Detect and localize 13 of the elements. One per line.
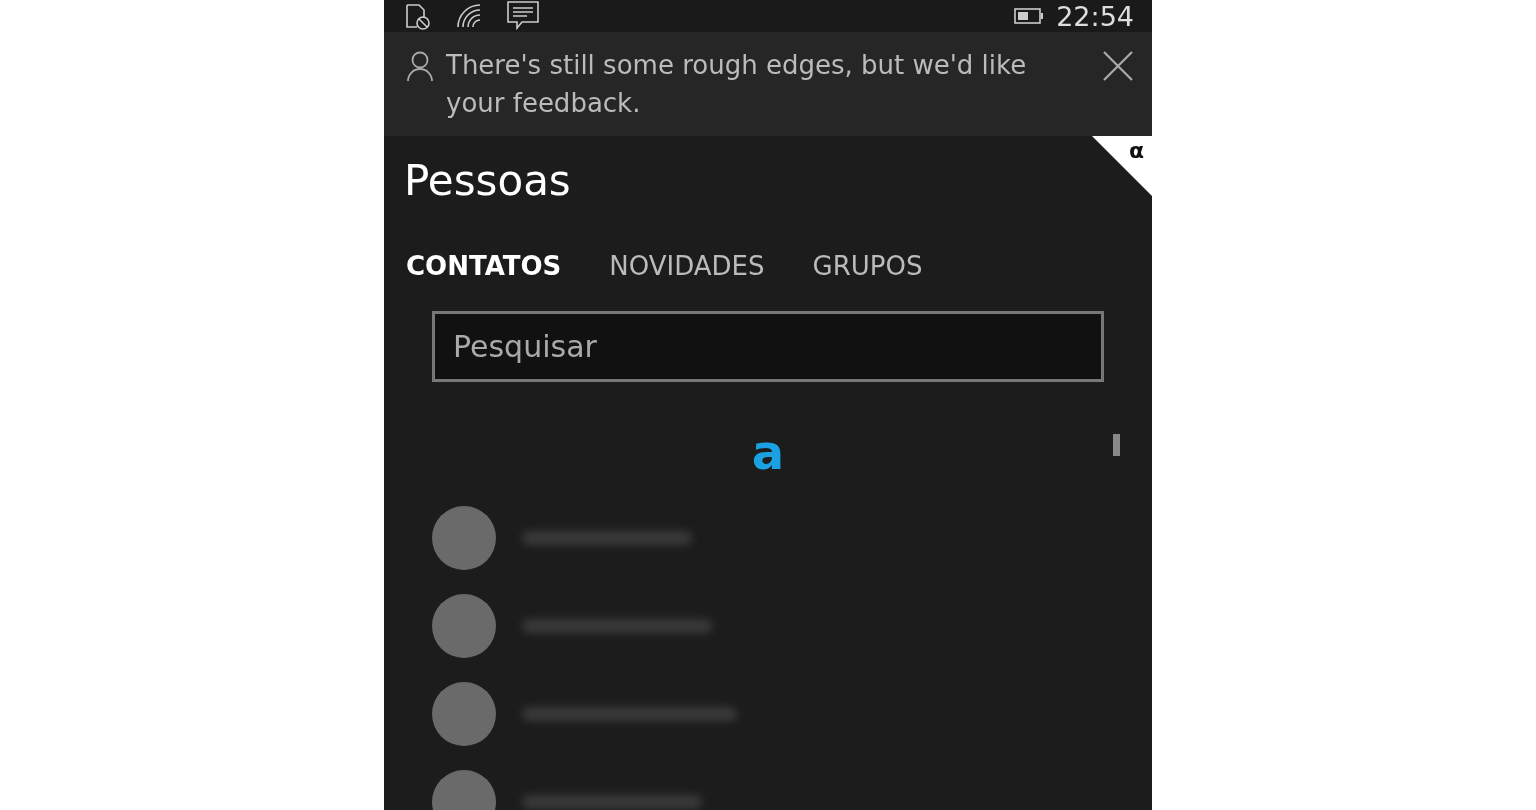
message-icon <box>506 0 540 32</box>
page-title: Pessoas <box>404 156 572 205</box>
search-field[interactable]: Pesquisar <box>432 311 1104 382</box>
banner-message: There's still some rough edges, but we'd like your feedback. <box>446 49 1028 120</box>
person-icon <box>406 50 434 82</box>
tab[interactable]: GRUPOS <box>812 251 923 281</box>
index-letter[interactable]: a <box>751 422 785 482</box>
tab[interactable]: NOVIDADES <box>609 251 765 281</box>
alpha-label: α <box>1128 138 1144 163</box>
tab[interactable]: CONTATOS <box>406 251 562 281</box>
scroll-indicator <box>1113 434 1120 456</box>
clock-time: 22:54 <box>1056 0 1134 32</box>
battery-icon <box>1014 7 1045 25</box>
